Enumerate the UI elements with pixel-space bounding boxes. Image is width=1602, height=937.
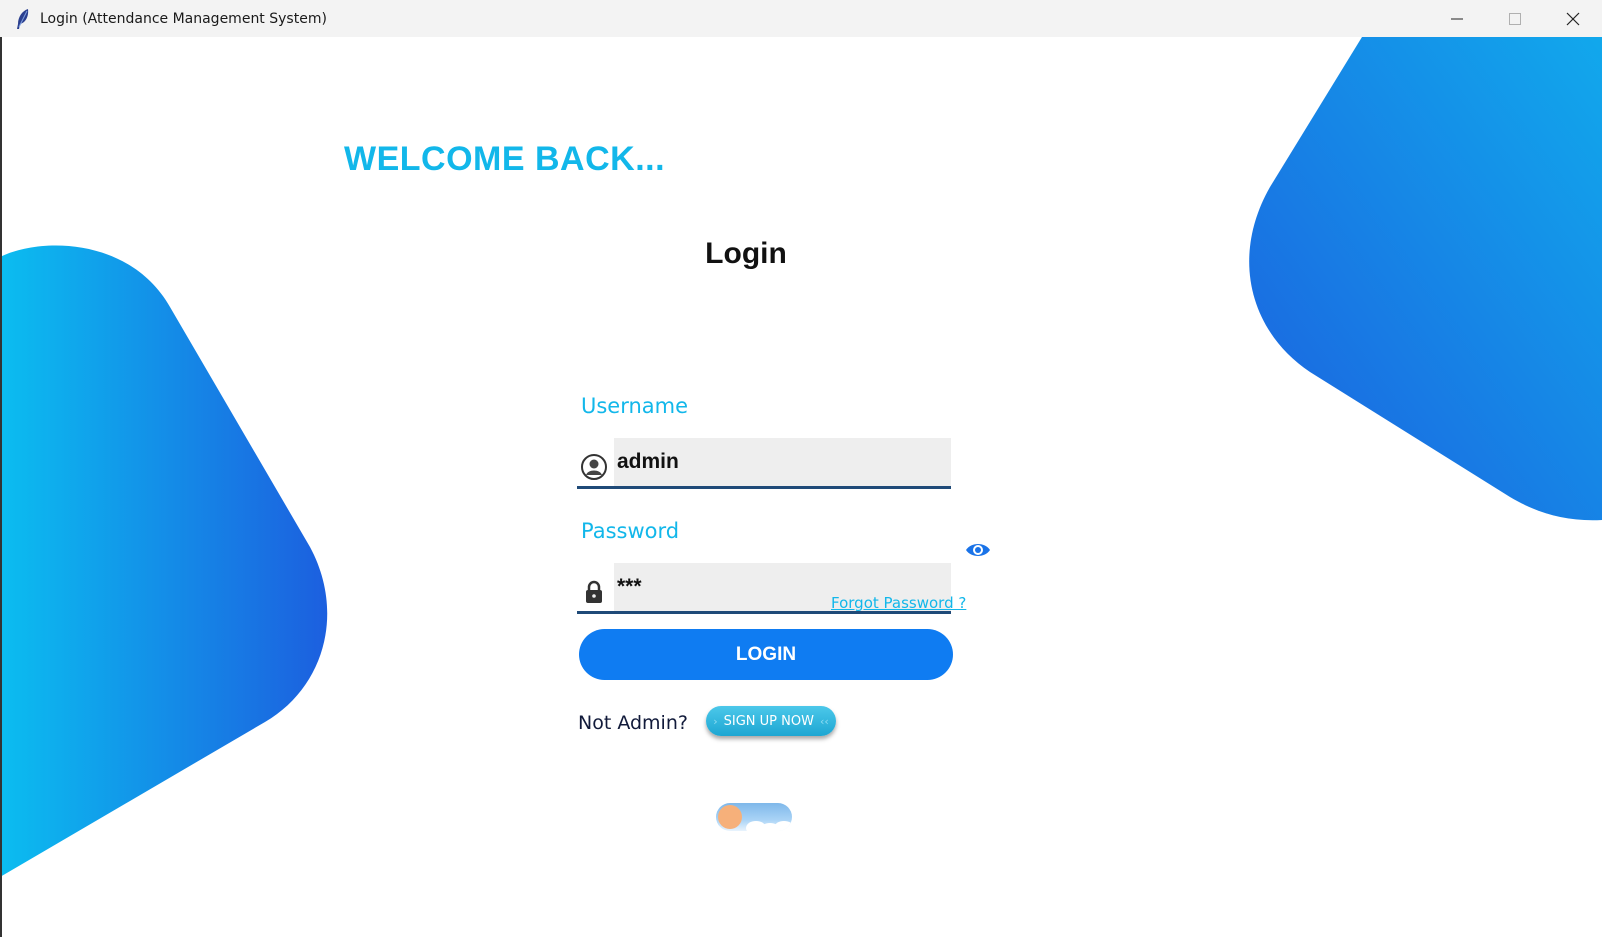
welcome-heading: WELCOME BACK... [344, 140, 666, 178]
right-decor-shape [1249, 37, 1602, 521]
lock-icon [586, 580, 602, 603]
user-icon [581, 454, 607, 480]
not-admin-label: Not Admin? [578, 712, 688, 734]
theme-toggle[interactable] [716, 803, 792, 831]
chevron-right-icon: › [713, 714, 718, 728]
username-input[interactable] [617, 444, 937, 480]
maximize-icon [1509, 12, 1521, 25]
cloud-shape [774, 821, 792, 831]
feather-icon [17, 8, 29, 29]
sun-knob [718, 805, 742, 829]
close-icon [1566, 12, 1580, 25]
sign-up-label: SIGN UP NOW [723, 713, 814, 729]
sign-up-button[interactable]: › SIGN UP NOW ‹‹ [706, 706, 836, 736]
maximize-button[interactable] [1486, 0, 1544, 37]
eye-icon[interactable] [964, 540, 992, 560]
window-left-border [0, 37, 2, 937]
close-button[interactable] [1544, 0, 1602, 37]
login-button[interactable]: LOGIN [579, 629, 953, 680]
password-label: Password [581, 519, 680, 543]
window-titlebar: Login (Attendance Management System) [0, 0, 1602, 38]
window-title: Login (Attendance Management System) [40, 10, 327, 27]
minimize-button[interactable] [1428, 0, 1486, 37]
left-decor-shape [0, 245, 328, 878]
username-label: Username [581, 394, 689, 418]
username-field [577, 438, 951, 489]
chevron-left-icon: ‹‹ [819, 714, 829, 728]
minimize-icon [1451, 18, 1463, 19]
page-title: Login [705, 237, 787, 270]
forgot-password-link[interactable]: Forgot Password ? [831, 594, 966, 612]
